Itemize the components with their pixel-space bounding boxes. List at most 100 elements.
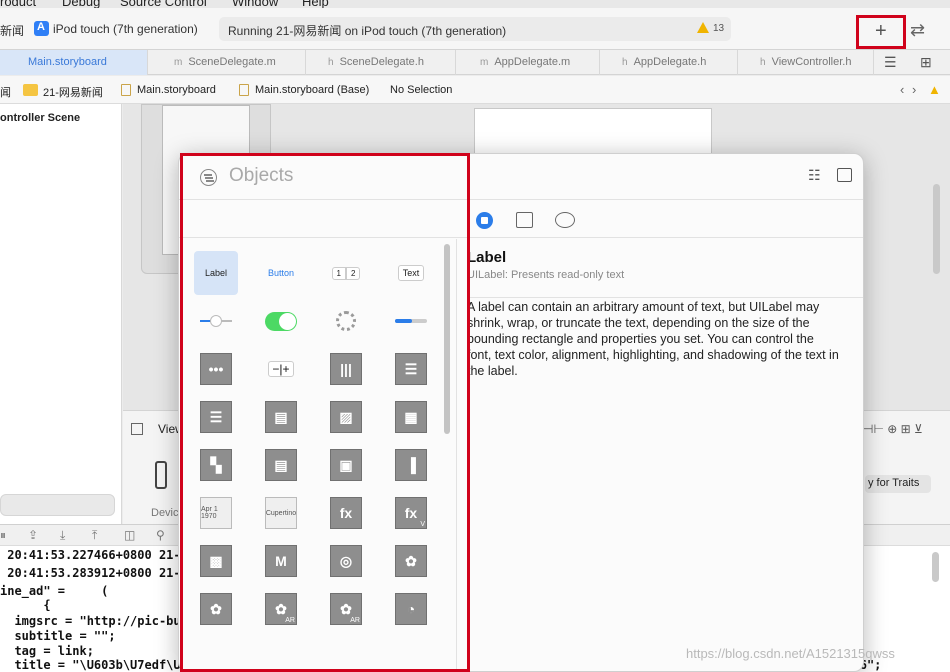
outline-toggle-icon[interactable]	[131, 423, 143, 435]
warning-icon[interactable]	[697, 22, 709, 33]
scheme-name[interactable]: 新闻	[0, 22, 24, 39]
library-item-text-view[interactable]: ▣	[324, 443, 368, 487]
tile-glyph: •••	[208, 361, 224, 377]
list-view-icon[interactable]: ☷	[808, 167, 821, 184]
add-editor-icon[interactable]: ⊞	[920, 54, 932, 71]
storyboard-icon	[121, 84, 131, 96]
keep-open-icon[interactable]	[837, 168, 852, 182]
tile-glyph: ▩	[209, 552, 223, 569]
breadcrumb-localization[interactable]: Main.storyboard (Base)	[255, 84, 369, 96]
chevron-left-icon[interactable]: ‹	[900, 82, 904, 97]
library-item-image-view[interactable]: ▨	[324, 395, 368, 439]
table-view-icon: ☰	[200, 401, 232, 433]
view-debugger-icon[interactable]: ◫	[124, 528, 135, 542]
library-grid-scrollbar[interactable]	[444, 244, 450, 434]
tile-badge: V	[420, 521, 425, 528]
menu-source-control[interactable]: Source Control	[120, 0, 207, 8]
breadcrumb-project[interactable]: 闻	[0, 84, 11, 100]
library-item-collection-view[interactable]: ▦	[389, 395, 433, 439]
library-item-page-control[interactable]: •••	[194, 347, 238, 391]
outline-filter-field[interactable]	[0, 494, 115, 516]
breadcrumb-file[interactable]: Main.storyboard	[137, 84, 216, 96]
library-item-scroll-view[interactable]: ▤	[259, 443, 303, 487]
console-line: 20:41:53.227466+0800 21-	[0, 548, 181, 562]
container-view-icon: ▐	[395, 449, 427, 481]
library-item-horizontal-stack-view[interactable]: |||	[324, 347, 368, 391]
library-item-date-picker[interactable]: Apr 1 1970	[194, 491, 238, 535]
library-item-vertical-stack-view[interactable]: ☰	[389, 347, 433, 391]
run-destination[interactable]: iPod touch (7th generation)	[53, 22, 198, 36]
chevron-right-icon[interactable]: ›	[912, 82, 916, 97]
library-item-table-view[interactable]: ☰	[194, 395, 238, 439]
toolbar: 新闻 iPod touch (7th generation) Running 2…	[0, 8, 950, 50]
library-item-ar-scene-view[interactable]: ✿	[194, 587, 238, 631]
library-item-sprite-kit-view[interactable]: ✿	[389, 539, 433, 583]
console-line: ine_ad" = (	[0, 584, 109, 598]
continue-icon[interactable]: ⇪	[28, 528, 38, 542]
date-picker-icon: Apr 1 1970	[200, 497, 232, 529]
console-line: imgsrc = "http://pic-bu	[0, 614, 181, 628]
library-item-slider[interactable]	[194, 299, 238, 343]
tile-glyph: |||	[340, 361, 352, 377]
warning-icon[interactable]: ▲	[928, 82, 941, 97]
library-item-picker-view[interactable]: Cupertino	[259, 491, 303, 535]
menu-window[interactable]: Window	[232, 0, 278, 8]
tile-glyph: ☰	[404, 360, 418, 377]
library-item-text-field[interactable]: Text	[389, 251, 433, 295]
library-item-visual-effect-vibrancy[interactable]: fx V	[389, 491, 433, 535]
tile-glyph: ◔	[406, 601, 416, 617]
breadcrumb-selection[interactable]: No Selection	[390, 84, 452, 96]
console-scrollbar[interactable]	[932, 552, 939, 582]
menu-debug[interactable]: Debug	[62, 0, 100, 8]
tab-label: SceneDelegate.m	[188, 56, 276, 68]
tab-viewcontroller-h[interactable]: h ViewController.h	[738, 50, 874, 75]
tab-label: Main.storyboard	[28, 56, 107, 68]
library-item-scene-kit-view[interactable]: ◎	[324, 539, 368, 583]
layout-tools-icons[interactable]: ⊣⊢ ⊕ ⊞ ⊻	[863, 422, 923, 436]
breakpoints-icon[interactable]: ⏸	[0, 528, 6, 543]
tab-label: AppDelegate.h	[633, 56, 707, 68]
tab-scenedelegate-m[interactable]: m SceneDelegate.m	[148, 50, 306, 75]
library-item-button[interactable]: Button	[259, 251, 303, 295]
media-library-tab-icon[interactable]	[516, 212, 533, 228]
library-item-ar-sk-view[interactable]: ✿ AR	[259, 587, 303, 631]
objects-library-tab-icon[interactable]	[476, 212, 493, 229]
tab-appdelegate-m[interactable]: m AppDelegate.m	[456, 50, 600, 75]
library-item-web-kit-view[interactable]: ◔	[389, 587, 433, 631]
library-item-segmented-control[interactable]: 12	[324, 251, 368, 295]
library-item-visual-effect-view[interactable]: fx	[324, 491, 368, 535]
tab-appdelegate-h[interactable]: h AppDelegate.h	[600, 50, 738, 75]
tab-label: AppDelegate.m	[494, 56, 571, 68]
canvas-scrollbar[interactable]	[933, 184, 940, 274]
menu-product[interactable]: roduct	[0, 0, 36, 8]
iphone-device-icon[interactable]	[155, 461, 167, 489]
library-item-progress-view[interactable]	[389, 299, 433, 343]
menu-help[interactable]: Help	[302, 0, 329, 8]
library-item-table-view-cell[interactable]: ▤	[259, 395, 303, 439]
memory-graph-icon[interactable]: ⚲	[156, 528, 165, 542]
tab-main-storyboard[interactable]: Main.storyboard	[0, 50, 148, 75]
color-library-tab-icon[interactable]	[555, 212, 575, 228]
library-button[interactable]: +	[856, 15, 906, 49]
breadcrumb-group[interactable]: 21-网易新闻	[43, 84, 103, 100]
tab-scenedelegate-h[interactable]: h SceneDelegate.h	[306, 50, 456, 75]
vary-for-traits-button[interactable]: y for Traits	[865, 475, 931, 493]
library-item-metal-kit-view[interactable]: M	[259, 539, 303, 583]
code-review-icon[interactable]: ⇄	[910, 20, 925, 41]
library-item-collection-view-cell[interactable]: ▚	[194, 443, 238, 487]
library-item-switch[interactable]	[259, 299, 303, 343]
library-item-map-kit-view[interactable]: ▩	[194, 539, 238, 583]
library-search-input[interactable]: Objects	[229, 165, 293, 187]
step-out-icon[interactable]: ⤒	[92, 528, 97, 543]
warning-count[interactable]: 13	[713, 23, 724, 34]
library-item-stepper[interactable]: −|+	[259, 347, 303, 391]
editor-options-icon[interactable]: ☰	[884, 54, 897, 71]
library-item-ar-view[interactable]: ✿ AR	[324, 587, 368, 631]
step-over-icon[interactable]: ⤓	[60, 528, 65, 543]
library-item-activity-indicator[interactable]	[324, 299, 368, 343]
tile-glyph: ▨	[339, 408, 353, 425]
library-item-label[interactable]: Label	[194, 251, 238, 295]
outline-scene-item[interactable]: ontroller Scene	[0, 112, 80, 124]
view-controller-view[interactable]	[474, 108, 712, 154]
library-item-container-view[interactable]: ▐	[389, 443, 433, 487]
